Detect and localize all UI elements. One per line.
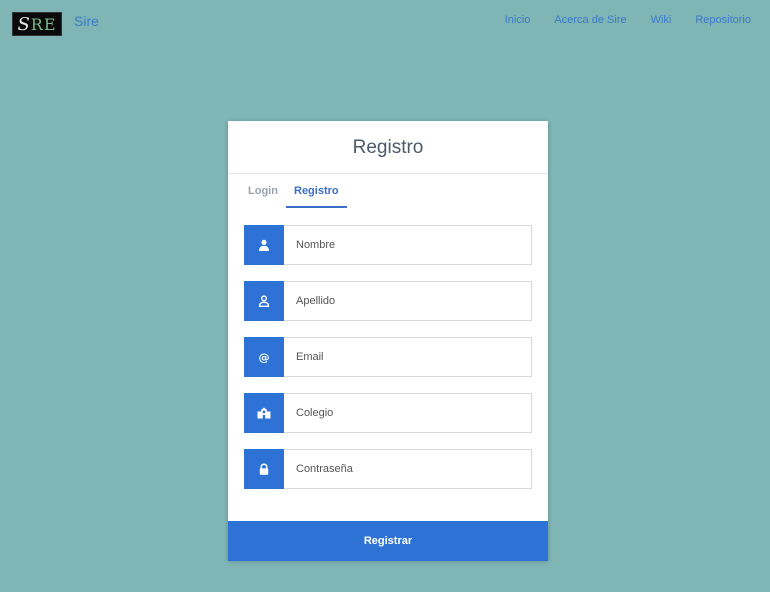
colegio-input[interactable] <box>284 393 532 433</box>
navbar: S RE Sire Inicio Acerca de Sire Wiki Repo… <box>0 0 770 44</box>
school-icon <box>244 393 284 433</box>
field-email: @ <box>244 337 532 377</box>
svg-text:@: @ <box>259 351 270 363</box>
nombre-input[interactable] <box>284 225 532 265</box>
field-contrasena <box>244 449 532 489</box>
user-outline-icon <box>244 281 284 321</box>
nav-links: Inicio Acerca de Sire Wiki Repositorio <box>505 14 751 26</box>
register-card: Registro Login Registro @ <box>228 121 548 561</box>
field-nombre <box>244 225 532 265</box>
email-input[interactable] <box>284 337 532 377</box>
tab-login[interactable]: Login <box>248 185 278 197</box>
auth-tabs: Login Registro <box>228 174 548 208</box>
contrasena-input[interactable] <box>284 449 532 489</box>
field-apellido <box>244 281 532 321</box>
card-title: Registro <box>228 121 548 174</box>
user-icon <box>244 225 284 265</box>
nav-link-repositorio[interactable]: Repositorio <box>695 14 751 26</box>
brand-link[interactable]: Sire <box>74 13 99 29</box>
active-tab-indicator <box>286 206 347 208</box>
nav-link-acerca[interactable]: Acerca de Sire <box>554 14 626 26</box>
at-icon: @ <box>244 337 284 377</box>
apellido-input[interactable] <box>284 281 532 321</box>
sire-logo[interactable]: S RE <box>12 12 62 36</box>
nav-link-wiki[interactable]: Wiki <box>651 14 672 26</box>
field-colegio <box>244 393 532 433</box>
lock-icon <box>244 449 284 489</box>
registrar-button[interactable]: Registrar <box>228 521 548 561</box>
nav-link-inicio[interactable]: Inicio <box>505 14 531 26</box>
tab-registro[interactable]: Registro <box>294 185 339 197</box>
